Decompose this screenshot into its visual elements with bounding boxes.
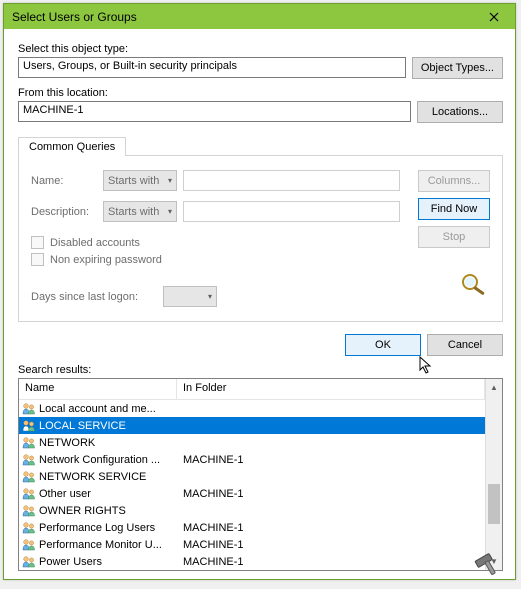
days-since-label: Days since last logon: xyxy=(31,291,157,303)
chevron-down-icon: ▾ xyxy=(208,292,212,301)
name-filter-label: Name: xyxy=(31,175,97,187)
result-folder: MACHINE-1 xyxy=(179,539,485,551)
tab-common-queries[interactable]: Common Queries xyxy=(18,137,126,156)
principal-icon xyxy=(21,452,37,468)
dialog-window: Select Users or Groups Select this objec… xyxy=(3,3,516,580)
disabled-accounts-label: Disabled accounts xyxy=(50,237,140,249)
column-name[interactable]: Name xyxy=(19,379,177,399)
locations-button[interactable]: Locations... xyxy=(417,101,503,123)
result-row[interactable]: NETWORK SERVICE xyxy=(19,468,485,485)
results-scrollbar[interactable]: ▲ ▼ xyxy=(485,379,502,570)
chevron-down-icon: ▾ xyxy=(168,207,172,216)
results-list: Name In Folder Local account and me... L… xyxy=(18,378,503,571)
stop-button[interactable]: Stop xyxy=(418,226,490,248)
result-row[interactable]: NETWORK xyxy=(19,434,485,451)
result-name: Performance Monitor U... xyxy=(39,539,179,551)
principal-icon xyxy=(21,537,37,553)
location-field[interactable]: MACHINE-1 xyxy=(18,101,411,122)
result-name: OWNER RIGHTS xyxy=(39,505,179,517)
result-folder: MACHINE-1 xyxy=(179,454,485,466)
close-button[interactable] xyxy=(475,5,513,29)
non-expiring-label: Non expiring password xyxy=(50,254,162,266)
close-icon xyxy=(489,12,499,22)
result-row[interactable]: Performance Log Users MACHINE-1 xyxy=(19,519,485,536)
principal-icon xyxy=(21,486,37,502)
principal-icon xyxy=(21,554,37,570)
window-title: Select Users or Groups xyxy=(12,10,475,24)
result-folder: MACHINE-1 xyxy=(179,522,485,534)
scroll-up-icon[interactable]: ▲ xyxy=(486,379,502,396)
result-row[interactable]: Local account and me... xyxy=(19,400,485,417)
principal-icon xyxy=(21,401,37,417)
principal-icon xyxy=(21,503,37,519)
object-type-label: Select this object type: xyxy=(18,43,503,55)
location-label: From this location: xyxy=(18,87,503,99)
desc-match-combo[interactable]: Starts with▾ xyxy=(103,201,177,222)
name-match-combo[interactable]: Starts with▾ xyxy=(103,170,177,191)
column-in-folder[interactable]: In Folder xyxy=(177,379,485,399)
principal-icon xyxy=(21,520,37,536)
non-expiring-checkbox[interactable] xyxy=(31,253,44,266)
name-filter-input[interactable] xyxy=(183,170,400,191)
search-icon xyxy=(460,272,490,299)
result-name: Performance Log Users xyxy=(39,522,179,534)
desc-filter-label: Description: xyxy=(31,206,97,218)
tab-container: Common Queries Name: Starts with▾ Descri… xyxy=(18,137,503,322)
find-now-button[interactable]: Find Now xyxy=(418,198,490,220)
result-row[interactable]: Power Users MACHINE-1 xyxy=(19,553,485,570)
cancel-button[interactable]: Cancel xyxy=(427,334,503,356)
result-name: NETWORK xyxy=(39,437,179,449)
result-name: NETWORK SERVICE xyxy=(39,471,179,483)
chevron-down-icon: ▾ xyxy=(168,176,172,185)
column-headers: Name In Folder xyxy=(19,379,485,400)
principal-icon xyxy=(21,435,37,451)
principal-icon xyxy=(21,469,37,485)
result-name: Other user xyxy=(39,488,179,500)
search-results-label: Search results: xyxy=(18,364,503,376)
result-name: LOCAL SERVICE xyxy=(39,420,179,432)
common-queries-panel: Name: Starts with▾ Description: Starts w… xyxy=(18,155,503,322)
days-since-combo[interactable]: ▾ xyxy=(163,286,217,307)
result-name: Local account and me... xyxy=(39,403,179,415)
titlebar[interactable]: Select Users or Groups xyxy=(4,4,515,29)
principal-icon xyxy=(21,418,37,434)
scroll-thumb[interactable] xyxy=(488,484,500,524)
scroll-down-icon[interactable]: ▼ xyxy=(486,553,502,570)
columns-button[interactable]: Columns... xyxy=(418,170,490,192)
result-row[interactable]: LOCAL SERVICE xyxy=(19,417,485,434)
object-types-button[interactable]: Object Types... xyxy=(412,57,503,79)
ok-button[interactable]: OK xyxy=(345,334,421,356)
result-name: Network Configuration ... xyxy=(39,454,179,466)
disabled-accounts-checkbox[interactable] xyxy=(31,236,44,249)
result-row[interactable]: OWNER RIGHTS xyxy=(19,502,485,519)
result-row[interactable]: Other user MACHINE-1 xyxy=(19,485,485,502)
result-folder: MACHINE-1 xyxy=(179,488,485,500)
result-folder: MACHINE-1 xyxy=(179,556,485,568)
desc-filter-input[interactable] xyxy=(183,201,400,222)
result-name: Power Users xyxy=(39,556,179,568)
result-row[interactable]: Performance Monitor U... MACHINE-1 xyxy=(19,536,485,553)
object-type-field[interactable]: Users, Groups, or Built-in security prin… xyxy=(18,57,406,78)
result-row[interactable]: Network Configuration ... MACHINE-1 xyxy=(19,451,485,468)
dialog-content: Select this object type: Users, Groups, … xyxy=(4,29,515,579)
